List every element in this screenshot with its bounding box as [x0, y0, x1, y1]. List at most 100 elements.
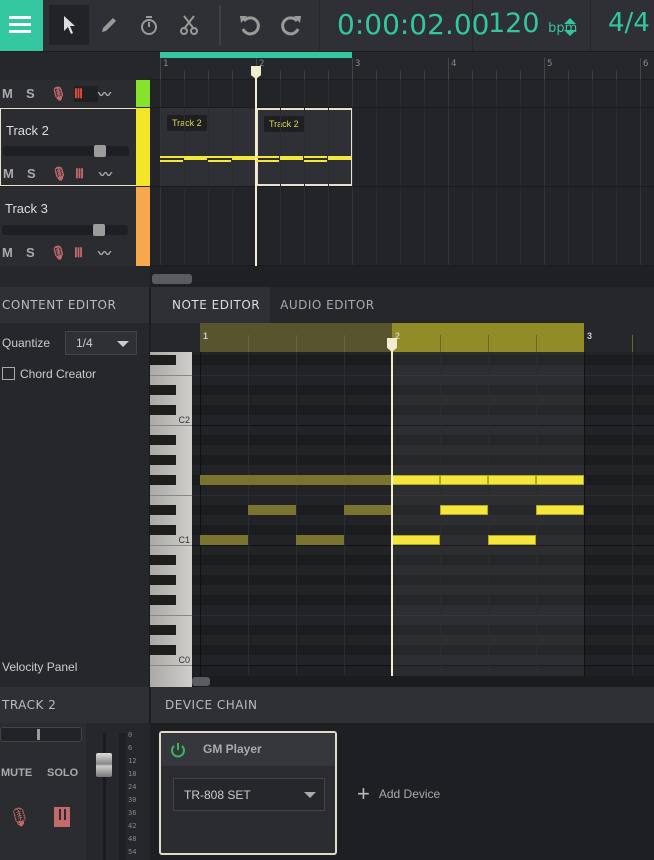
beat-tick	[592, 70, 593, 80]
note-selected[interactable]	[488, 535, 536, 545]
record-arm-icon[interactable]: 🎙	[50, 245, 74, 261]
note[interactable]	[248, 505, 296, 515]
device-gm-player[interactable]: GM Player TR-808 SET	[159, 731, 337, 855]
note-selected[interactable]	[440, 475, 488, 485]
bar-line	[448, 58, 449, 80]
clip-note	[328, 157, 351, 160]
stopwatch-tool-button[interactable]	[129, 5, 169, 45]
tempo-stepper[interactable]	[563, 16, 577, 43]
black-key	[150, 595, 176, 605]
beat-line	[296, 352, 297, 687]
note-selected[interactable]	[536, 505, 584, 515]
undo-button[interactable]	[230, 5, 270, 45]
note-selected[interactable]	[392, 475, 440, 485]
mute-button[interactable]: M	[2, 86, 26, 101]
divider	[219, 5, 221, 45]
bar-label: 3	[587, 331, 593, 341]
meter-label: 18	[128, 770, 137, 778]
menu-button[interactable]	[0, 0, 43, 51]
automation-icon[interactable]: 〰	[98, 84, 128, 103]
beat-line	[536, 352, 537, 687]
power-icon[interactable]	[170, 742, 186, 758]
scroll-thumb[interactable]	[192, 677, 210, 686]
beat-tick	[520, 70, 521, 80]
editor-scrollbar[interactable]	[192, 676, 654, 687]
piano-keyboard[interactable]: C2 C1 C0	[150, 352, 192, 687]
horizontal-scrollbar[interactable]	[150, 266, 654, 287]
note[interactable]	[200, 475, 392, 485]
black-key	[150, 475, 176, 485]
note[interactable]	[344, 505, 392, 515]
note-grid[interactable]	[192, 352, 654, 687]
pencil-tool-button[interactable]	[89, 5, 129, 45]
solo-button[interactable]: S	[26, 245, 50, 260]
mute-button[interactable]: M	[2, 245, 26, 260]
piano-icon[interactable]: Ⅲ	[74, 85, 98, 102]
preset-select[interactable]: TR-808 SET	[173, 778, 325, 811]
toolbar: 0:00:02.00 120 bpm 4/4	[0, 0, 654, 52]
arrangement-grid[interactable]: Track 2 Track 2	[150, 80, 654, 266]
add-device-button[interactable]: + Add Device	[357, 781, 440, 807]
note[interactable]	[200, 535, 248, 545]
bar-label: 1	[163, 59, 169, 69]
scroll-thumb[interactable]	[152, 274, 192, 284]
chord-creator-checkbox[interactable]	[2, 367, 15, 380]
mute-button[interactable]: MUTE	[1, 767, 32, 779]
solo-button[interactable]: S	[26, 86, 50, 101]
volume-fader[interactable]	[96, 753, 112, 777]
timeline-ruler[interactable]: 123456	[150, 52, 654, 80]
clip-note	[256, 160, 279, 162]
solo-button[interactable]: SOLO	[47, 767, 78, 779]
note-selected[interactable]	[488, 475, 536, 485]
piano-icon[interactable]	[54, 807, 70, 827]
piano-icon[interactable]: Ⅲ	[74, 245, 98, 261]
meter-label: 24	[128, 783, 137, 791]
note-selected[interactable]	[440, 505, 488, 515]
tab-note-editor[interactable]: NOTE EDITOR	[151, 287, 271, 323]
note[interactable]	[296, 535, 344, 545]
pan-slider[interactable]	[0, 727, 82, 742]
bar-line	[544, 58, 545, 80]
clip-note	[208, 160, 231, 162]
key-label-c2: C2	[178, 415, 190, 425]
bar-line	[160, 58, 161, 80]
tempo-value: 120	[488, 8, 540, 39]
mute-button[interactable]: M	[3, 166, 27, 181]
velocity-panel-label[interactable]: Velocity Panel	[2, 660, 77, 674]
track-2-header[interactable]: Track 2 M S 🎙 Ⅲ 〰	[0, 108, 136, 186]
automation-icon[interactable]: 〰	[98, 243, 128, 262]
quantize-select[interactable]: 1/4	[65, 331, 137, 355]
note-selected[interactable]	[536, 475, 584, 485]
scissors-tool-button[interactable]	[169, 5, 209, 45]
track-1-color	[136, 80, 150, 107]
volume-slider[interactable]	[3, 145, 129, 157]
redo-button[interactable]	[271, 5, 311, 45]
record-arm-icon[interactable]: 🎙	[50, 86, 74, 102]
black-key	[150, 645, 176, 655]
note-selected[interactable]	[392, 535, 440, 545]
fader-panel: 0 6 12 18 24 30 36 42 48 54	[86, 723, 150, 860]
pan-handle[interactable]	[37, 729, 40, 740]
meter-label: 42	[128, 822, 137, 830]
record-arm-icon[interactable]: 🎙	[8, 807, 31, 828]
editor-playhead[interactable]	[391, 343, 393, 676]
playhead[interactable]	[255, 66, 257, 276]
meter-label: 54	[128, 848, 137, 856]
track-3-header[interactable]: Track 3 M S 🎙 Ⅲ 〰	[0, 187, 136, 266]
meter-label: 30	[128, 796, 137, 804]
note-editor-ruler[interactable]: 123	[151, 323, 654, 352]
beat-tick	[400, 70, 401, 80]
record-arm-icon[interactable]: 🎙	[51, 166, 75, 182]
time-signature[interactable]: 4/4	[608, 8, 650, 38]
pointer-tool-button[interactable]	[49, 5, 89, 45]
black-key	[150, 505, 176, 515]
tab-audio-editor[interactable]: AUDIO EDITOR	[270, 287, 385, 323]
divider	[319, 0, 320, 51]
white-key-divider	[150, 615, 192, 616]
bar-label: 3	[355, 59, 361, 69]
volume-slider[interactable]	[2, 224, 128, 236]
automation-icon[interactable]: 〰	[99, 164, 129, 183]
solo-button[interactable]: S	[27, 166, 51, 181]
mixer-title: TRACK 2	[0, 687, 150, 723]
piano-icon[interactable]: Ⅲ	[75, 166, 99, 182]
